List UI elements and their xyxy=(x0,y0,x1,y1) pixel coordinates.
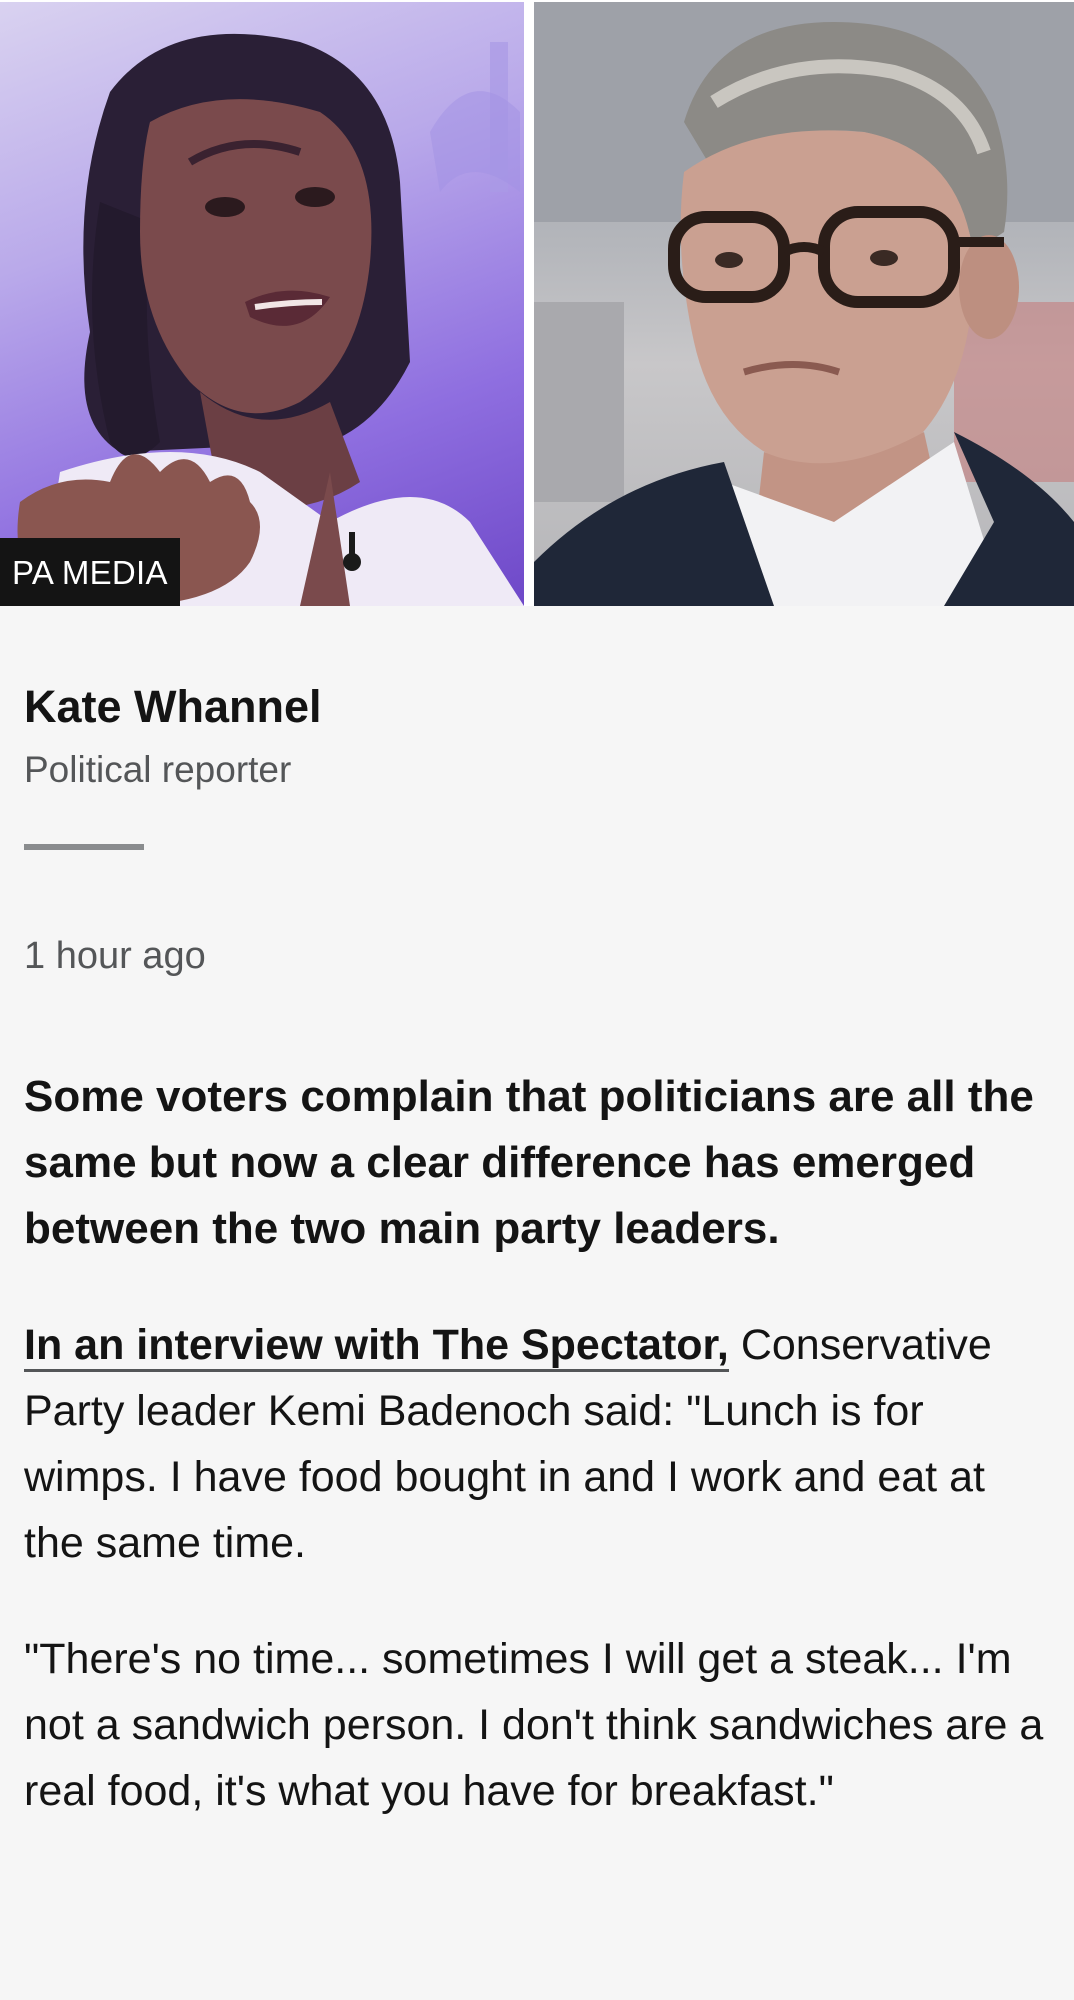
photo-right[interactable] xyxy=(534,2,1074,606)
man-portrait-icon xyxy=(534,2,1074,606)
author-role: Political reporter xyxy=(24,749,292,790)
hero-image: PA MEDIA xyxy=(0,0,1074,606)
spectator-interview-link[interactable]: In an interview with The Spectator, xyxy=(24,1321,729,1372)
article-paragraph-1: In an interview with The Spectator, Cons… xyxy=(24,1312,1050,1576)
byline: Kate Whannel Political reporter xyxy=(24,672,1044,798)
timestamp: 1 hour ago xyxy=(24,935,206,977)
woman-portrait-icon xyxy=(17,33,524,606)
byline-divider xyxy=(24,844,144,850)
article-paragraph-2: "There's no time... sometimes I will get… xyxy=(24,1635,1044,1815)
photo-left[interactable]: PA MEDIA xyxy=(0,2,524,606)
photo-credit: PA MEDIA xyxy=(0,538,180,606)
article-lead: Some voters complain that politicians ar… xyxy=(24,1072,1034,1253)
article-body: Some voters complain that politicians ar… xyxy=(24,1064,1050,1874)
author-name[interactable]: Kate Whannel xyxy=(24,672,1044,742)
